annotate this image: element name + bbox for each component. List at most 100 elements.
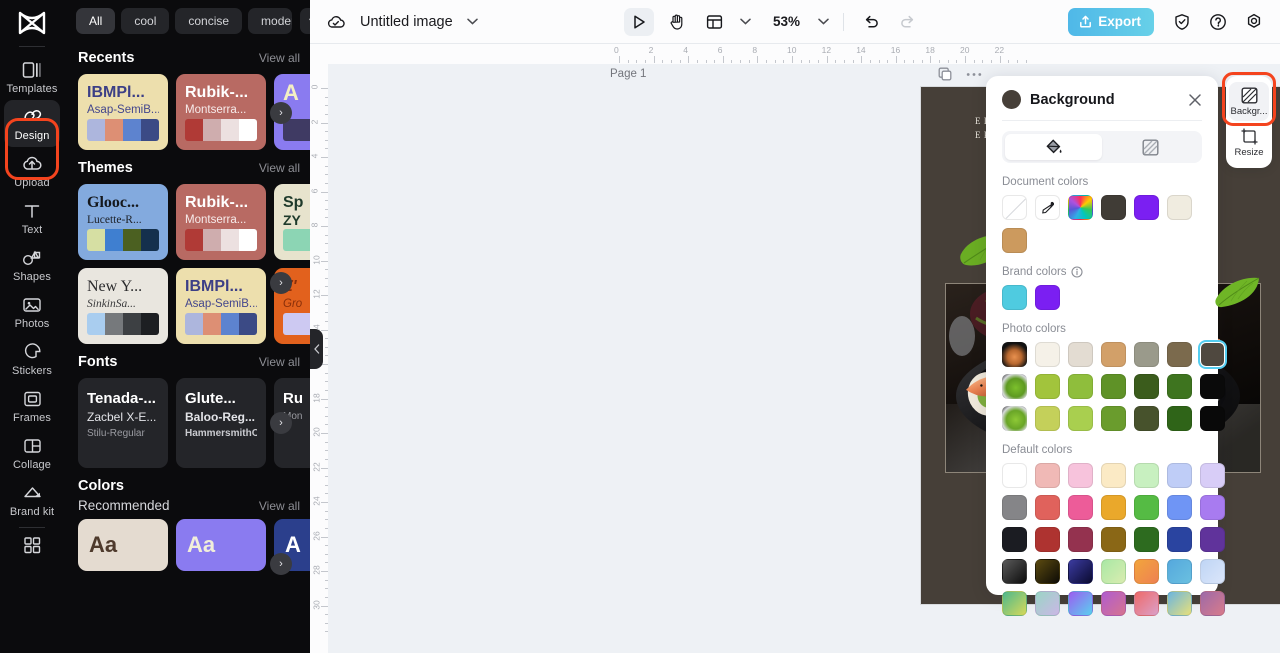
filter-chip-modern[interactable]: modern — [248, 8, 293, 34]
swatch-photo-color[interactable] — [1068, 342, 1093, 367]
shield-check-icon[interactable] — [1168, 8, 1196, 36]
info-icon[interactable] — [1071, 266, 1083, 278]
view-all-themes[interactable]: View all — [259, 161, 300, 175]
themes-next-button[interactable]: › — [270, 272, 292, 294]
colors-next-button[interactable]: › — [270, 553, 292, 575]
swatch-default-color[interactable] — [1101, 495, 1126, 520]
page-layout-icon[interactable] — [700, 8, 730, 36]
photo-thumbnail-sushi[interactable] — [1002, 342, 1027, 367]
question-help-icon[interactable] — [1204, 8, 1232, 36]
swatch-default-gradient[interactable] — [1068, 559, 1093, 584]
close-icon[interactable] — [1188, 93, 1202, 107]
swatch-photo-color[interactable] — [1035, 342, 1060, 367]
swatch-default-color[interactable] — [1167, 463, 1192, 488]
swatch-photo-color[interactable] — [1035, 406, 1060, 431]
swatch-photo-color-selected[interactable] — [1200, 342, 1225, 367]
filter-chip-concise[interactable]: concise — [175, 8, 243, 34]
swatch-default-color[interactable] — [1200, 463, 1225, 488]
swatch-default-color[interactable] — [1002, 527, 1027, 552]
swatch-default-color[interactable] — [1101, 527, 1126, 552]
swatch-photo-color[interactable] — [1101, 406, 1126, 431]
view-all-fonts[interactable]: View all — [259, 355, 300, 369]
view-all-colors[interactable]: View all — [259, 499, 300, 513]
swatch-photo-color[interactable] — [1101, 374, 1126, 399]
swatch-default-gradient[interactable] — [1035, 559, 1060, 584]
swatch-photo-color[interactable] — [1167, 342, 1192, 367]
swatch-default-gradient[interactable] — [1002, 559, 1027, 584]
swatch-default-gradient[interactable] — [1200, 559, 1225, 584]
swatch-default-color[interactable] — [1035, 463, 1060, 488]
swatch-photo-color[interactable] — [1200, 406, 1225, 431]
settings-gear-icon[interactable] — [1240, 8, 1268, 36]
swatch-photo-color[interactable] — [1167, 374, 1192, 399]
tab-solid-fill[interactable] — [1005, 134, 1102, 160]
cursor-select-icon[interactable] — [623, 7, 654, 36]
sidebar-item-frames[interactable]: Frames — [4, 382, 60, 429]
recents-card[interactable]: IBMPl... Asap-SemiB... — [78, 74, 168, 150]
swatch-default-color[interactable] — [1002, 463, 1027, 488]
swatch-default-color[interactable] — [1068, 495, 1093, 520]
swatch-default-gradient[interactable] — [1134, 591, 1159, 616]
recents-card[interactable]: Rubik-... Montserra... — [176, 74, 266, 150]
swatch-photo-color[interactable] — [1068, 406, 1093, 431]
swatch-default-gradient[interactable] — [1035, 591, 1060, 616]
document-title[interactable]: Untitled image — [360, 14, 453, 30]
swatch-default-gradient[interactable] — [1101, 591, 1126, 616]
recents-row[interactable]: IBMPl... Asap-SemiB... Rubik-... Montser… — [64, 74, 310, 150]
themes-row[interactable]: Glooc... Lucette-R... Rubik-... Montserr… — [64, 184, 310, 344]
fonts-row[interactable]: Tenada-... Zacbel X-E... Stilu-Regular G… — [64, 378, 310, 468]
swatch-photo-color[interactable] — [1134, 374, 1159, 399]
swatch-default-color[interactable] — [1134, 495, 1159, 520]
swatch-photo-color[interactable] — [1068, 374, 1093, 399]
swatch-photo-color[interactable] — [1167, 406, 1192, 431]
swatch-default-color[interactable] — [1002, 495, 1027, 520]
swatch-default-color[interactable] — [1167, 527, 1192, 552]
cloud-saved-icon[interactable] — [322, 8, 350, 36]
swatch-document-color[interactable] — [1002, 228, 1027, 253]
colors-row[interactable]: Aa Aa A › — [64, 519, 310, 575]
theme-card[interactable]: New Y... SinkinSa... — [78, 268, 168, 344]
swatch-no-color[interactable] — [1002, 195, 1027, 220]
sidebar-item-photos[interactable]: Photos — [4, 288, 60, 335]
capcut-logo-icon[interactable] — [15, 8, 49, 38]
sidebar-item-text[interactable]: Text — [4, 194, 60, 241]
right-tool-background[interactable]: Backgr... — [1229, 82, 1269, 121]
page-label[interactable]: Page 1 — [610, 68, 646, 80]
horizontal-ruler[interactable]: 0 2 4 6 8 10 12 14 16 18 20 22 — [328, 44, 1280, 64]
font-card[interactable]: Tenada-... Zacbel X-E... Stilu-Regular — [78, 378, 168, 468]
swatch-photo-color[interactable] — [1101, 342, 1126, 367]
swatch-default-gradient[interactable] — [1167, 559, 1192, 584]
color-card[interactable]: Aa — [176, 519, 266, 571]
swatch-brand-color[interactable] — [1035, 285, 1060, 310]
font-card[interactable]: Glute... Baloo-Reg... HammersmithOn... — [176, 378, 266, 468]
swatch-document-color[interactable] — [1167, 195, 1192, 220]
duplicate-page-icon[interactable] — [938, 67, 952, 81]
zoom-level-value[interactable]: 53% — [773, 14, 800, 29]
theme-card[interactable]: Glooc... Lucette-R... — [78, 184, 168, 260]
sidebar-item-upload[interactable]: Upload — [4, 147, 60, 194]
theme-card[interactable]: Sp ZY — [274, 184, 310, 260]
swatch-default-color[interactable] — [1035, 527, 1060, 552]
chevron-down-icon[interactable] — [466, 18, 478, 25]
more-dots-icon[interactable] — [966, 72, 982, 77]
swatch-default-color[interactable] — [1167, 495, 1192, 520]
swatch-color-picker[interactable] — [1068, 195, 1093, 220]
swatch-photo-color[interactable] — [1035, 374, 1060, 399]
recents-next-button[interactable]: › — [270, 102, 292, 124]
swatch-default-color[interactable] — [1134, 527, 1159, 552]
swatch-default-gradient[interactable] — [1167, 591, 1192, 616]
sidebar-item-collage[interactable]: Collage — [4, 429, 60, 476]
swatch-default-color[interactable] — [1068, 527, 1093, 552]
swatch-default-gradient[interactable] — [1101, 559, 1126, 584]
swatch-default-color[interactable] — [1101, 463, 1126, 488]
swatch-default-color[interactable] — [1200, 527, 1225, 552]
layout-chevron-down-icon[interactable] — [740, 18, 751, 25]
sidebar-item-templates[interactable]: Templates — [4, 53, 60, 100]
apps-grid-icon[interactable] — [23, 536, 41, 554]
hand-pan-icon[interactable] — [662, 8, 692, 36]
swatch-default-gradient[interactable] — [1134, 559, 1159, 584]
filter-chip-cool[interactable]: cool — [121, 8, 170, 34]
photo-thumbnail-leaf[interactable] — [1002, 406, 1027, 431]
undo-icon[interactable] — [858, 8, 886, 36]
swatch-default-gradient[interactable] — [1068, 591, 1093, 616]
